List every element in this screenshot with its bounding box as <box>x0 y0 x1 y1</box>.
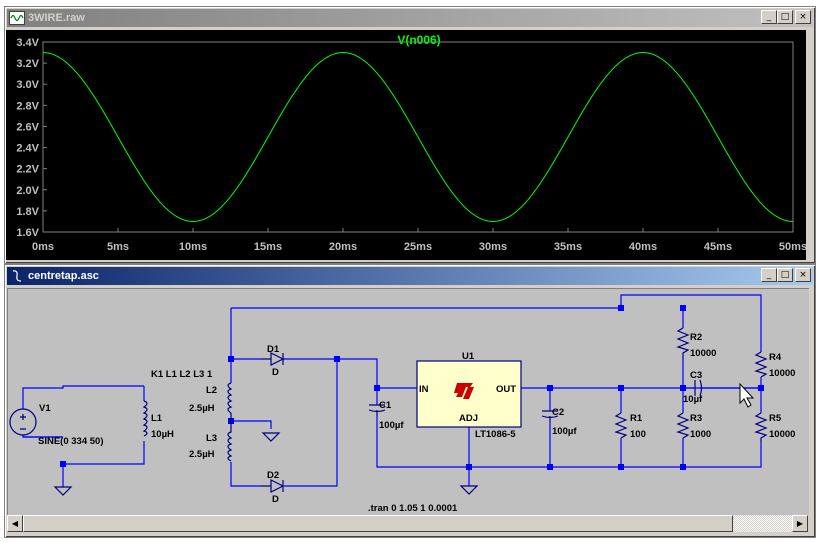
y-tick-label: 2.2V <box>16 164 39 176</box>
y-tick-label: 1.8V <box>16 206 39 218</box>
maximize-button[interactable]: □ <box>777 10 793 24</box>
ground-icon <box>53 486 73 496</box>
label-r1-value: 100 <box>630 429 646 440</box>
schematic-drawing[interactable]: V1 SINE(0 334 50) L1 10µH K1 L1 L2 L3 1 … <box>8 289 809 515</box>
component-symbols <box>9 327 768 496</box>
label-d2: D2 <box>267 470 279 481</box>
resistor-r5-icon <box>754 412 768 442</box>
x-tick-label: 35ms <box>554 241 582 253</box>
label-v1-value: SINE(0 334 50) <box>38 436 103 447</box>
label-v1: V1 <box>39 403 51 414</box>
waveform-window-title: 3WIRE.raw <box>28 12 85 24</box>
label-d1-value: D <box>272 367 279 378</box>
label-l2-value: 2.5µH <box>189 403 215 414</box>
waveform-titlebar[interactable]: 3WIRE.raw _ □ × <box>7 9 813 27</box>
label-l1: L1 <box>151 413 163 424</box>
close-button[interactable]: × <box>795 268 811 282</box>
waveform-icon <box>9 11 25 25</box>
label-r5: R5 <box>769 413 782 424</box>
y-tick-label: 1.6V <box>16 227 39 239</box>
label-r1: R1 <box>630 413 643 424</box>
ground-icon <box>459 485 479 495</box>
y-tick-label: 2.8V <box>16 100 39 112</box>
x-tick-label: 10ms <box>179 241 207 253</box>
schematic-canvas[interactable]: V1 SINE(0 334 50) L1 10µH K1 L1 L2 L3 1 … <box>7 288 809 515</box>
x-tick-label: 20ms <box>329 241 357 253</box>
y-axis: 3.4V 3.2V 3.0V 2.8V 2.6V 2.4V 2.2V 2.0V 1.8V 1.6V <box>16 37 47 239</box>
y-tick-label: 3.2V <box>16 58 39 70</box>
label-u1-out: OUT <box>496 384 516 395</box>
waveform-plot[interactable]: V(n006) 3.4V 3.2V 3.0V 2.8V 2.6V 2.4V 2.2V 2.0V… <box>6 30 807 260</box>
label-r3: R3 <box>690 413 702 424</box>
minimize-button[interactable]: _ <box>761 10 777 24</box>
chart-title: V(n006) <box>397 33 440 47</box>
y-tick-label: 2.4V <box>16 143 39 155</box>
label-d1: D1 <box>267 344 280 355</box>
x-tick-label: 5ms <box>107 241 129 253</box>
label-u1-in: IN <box>419 384 429 395</box>
label-l2: L2 <box>206 385 217 396</box>
inductor-l3-icon <box>227 421 233 462</box>
waveform-chart[interactable]: V(n006) 3.4V 3.2V 3.0V 2.8V 2.6V 2.4V 2.2V 2.0V… <box>6 30 807 260</box>
diode-d2-icon <box>261 479 285 493</box>
y-tick-label: 2.6V <box>16 121 39 133</box>
resistor-r3-icon <box>676 412 690 439</box>
minimize-button[interactable]: _ <box>761 268 777 282</box>
scroll-left-button[interactable]: ◀ <box>7 515 23 532</box>
x-tick-label: 50ms <box>779 241 806 253</box>
label-r5-value: 10000 <box>769 429 795 440</box>
scroll-right-button[interactable]: ▶ <box>792 515 808 532</box>
x-tick-label: 30ms <box>479 241 507 253</box>
spice-directive: .tran 0 1.05 1 0.0001 <box>368 503 458 514</box>
x-tick-label: 15ms <box>254 241 282 253</box>
y-tick-label: 3.4V <box>16 37 39 49</box>
schematic-icon <box>9 269 25 283</box>
resistor-r1-icon <box>614 412 628 439</box>
label-r3-value: 1000 <box>690 429 711 440</box>
voltage-source-icon <box>9 408 37 436</box>
horizontal-scrollbar[interactable]: ◀ ▶ <box>7 515 808 532</box>
label-c3: C3 <box>690 370 702 381</box>
label-r4: R4 <box>769 352 782 363</box>
x-tick-label: 40ms <box>629 241 657 253</box>
wires <box>22 294 762 487</box>
label-r4-value: 10000 <box>769 368 795 379</box>
label-c3-value: 10µf <box>683 394 703 405</box>
schematic-titlebar[interactable]: centretap.asc _ □ × <box>7 267 813 285</box>
inductor-l2-icon <box>227 382 233 414</box>
label-c2-value: 100µf <box>552 426 577 437</box>
resistor-r4-icon <box>754 351 768 378</box>
label-coupling: K1 L1 L2 L3 1 <box>151 369 213 380</box>
label-u1-adj: ADJ <box>459 413 478 424</box>
label-l1-value: 10µH <box>151 429 174 440</box>
y-tick-label: 3.0V <box>16 79 39 91</box>
label-u1: U1 <box>462 351 475 362</box>
label-c1: C1 <box>379 400 392 411</box>
label-c1-value: 100µf <box>379 420 404 431</box>
label-r2: R2 <box>690 332 702 343</box>
close-button[interactable]: × <box>795 10 811 24</box>
label-l3: L3 <box>206 433 217 444</box>
resistor-r2-icon <box>676 327 690 359</box>
schematic-window-title: centretap.asc <box>28 270 99 282</box>
x-tick-label: 0ms <box>32 241 54 253</box>
label-d2-value: D <box>272 494 279 505</box>
scrollbar-thumb[interactable] <box>23 515 733 532</box>
label-l3-value: 2.5µH <box>189 449 215 460</box>
x-tick-label: 25ms <box>404 241 432 253</box>
label-u1-part: LT1086-5 <box>475 429 516 440</box>
maximize-button[interactable]: □ <box>777 268 793 282</box>
trace-v-n006[interactable] <box>42 52 794 222</box>
label-r2-value: 10000 <box>690 348 716 359</box>
y-tick-label: 2.0V <box>16 185 39 197</box>
ground-icon <box>261 432 281 442</box>
inductor-l1-icon <box>142 400 148 437</box>
label-c2: C2 <box>552 407 564 418</box>
x-tick-label: 45ms <box>704 241 732 253</box>
